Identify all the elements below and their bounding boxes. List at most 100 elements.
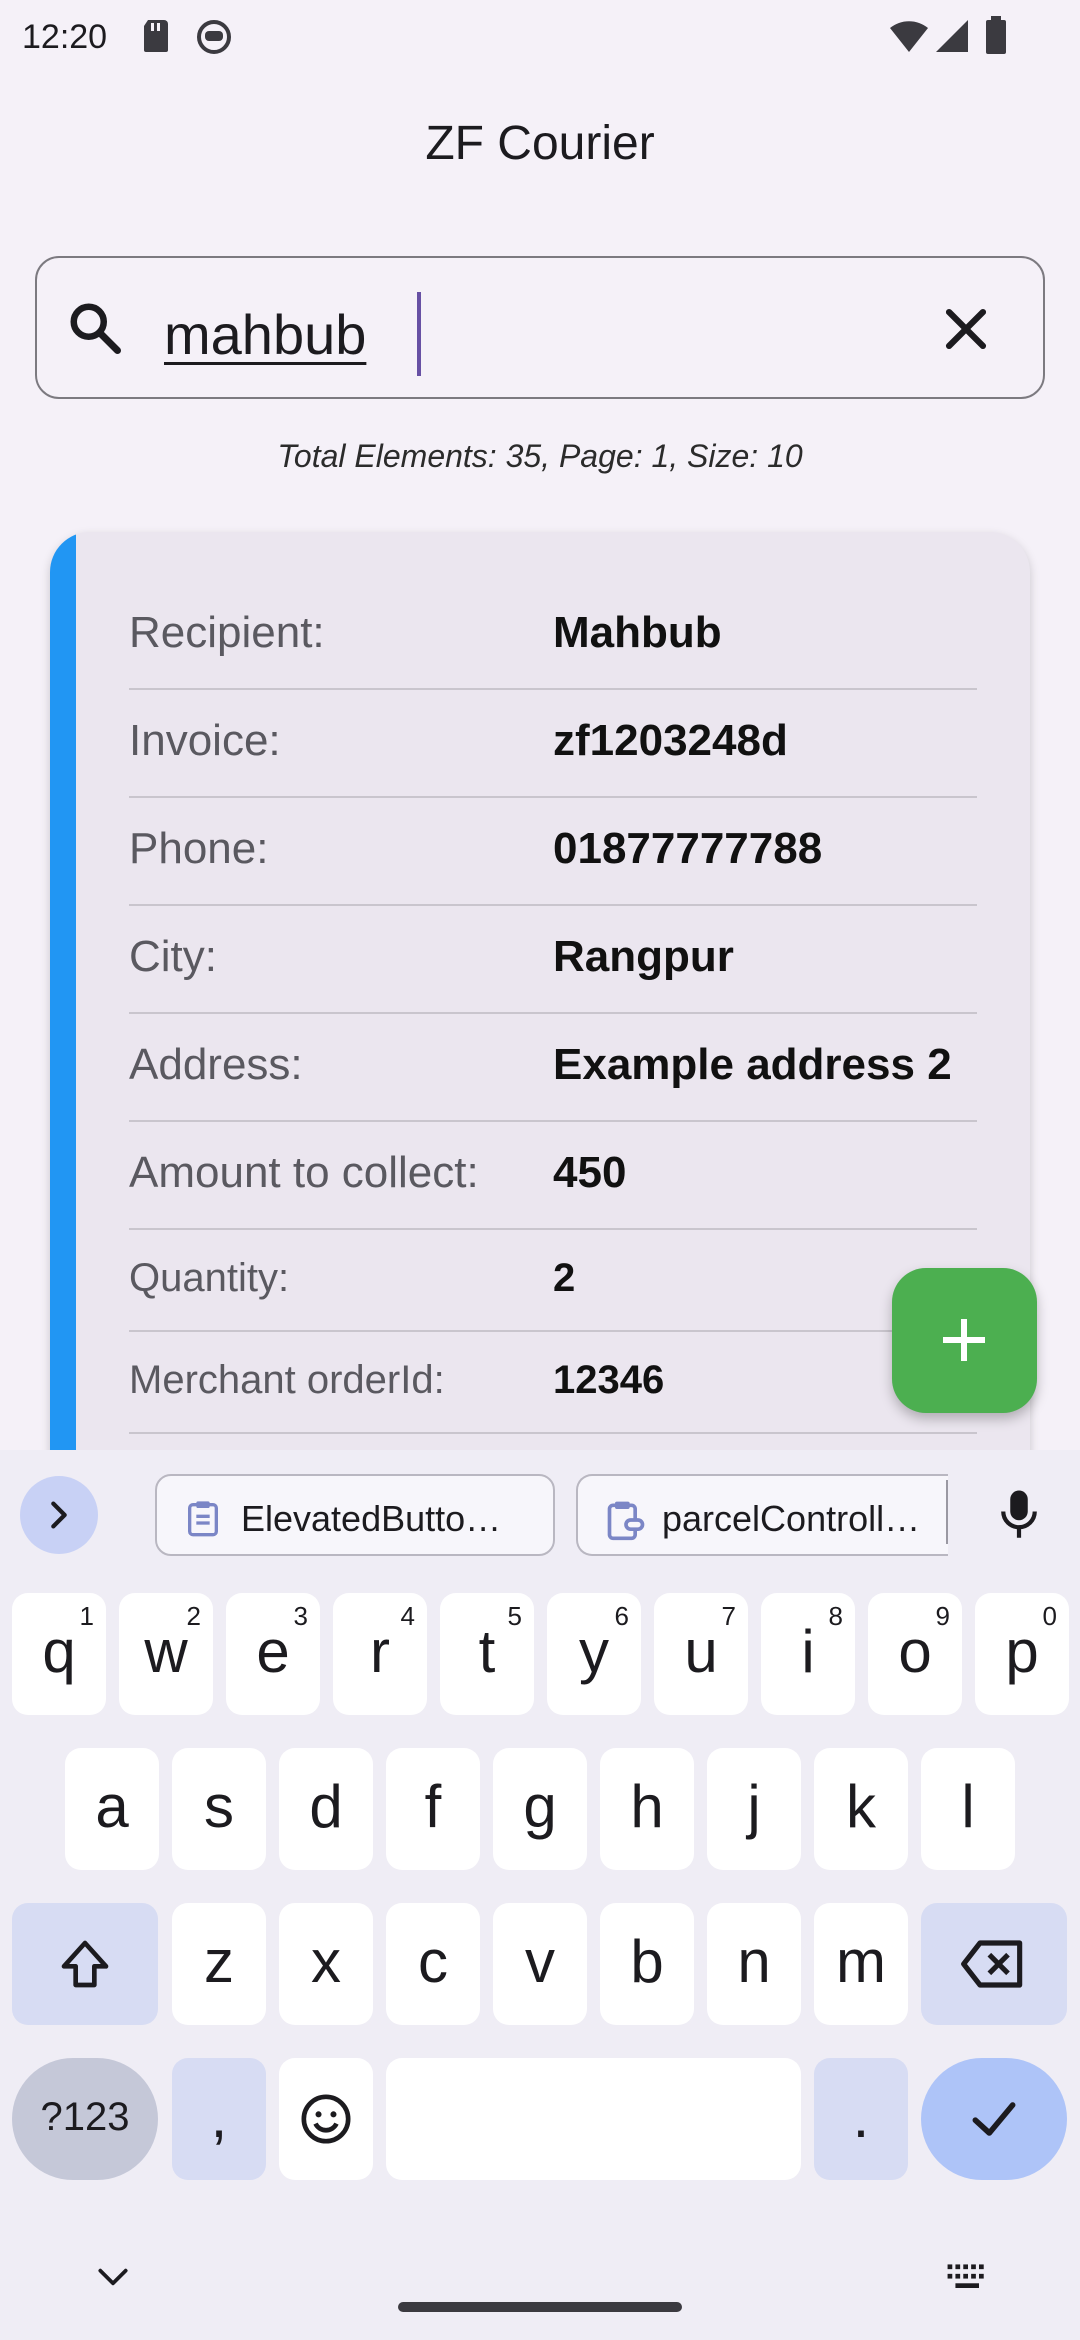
shift-key[interactable]: [12, 1903, 158, 2025]
microphone-icon[interactable]: [998, 1488, 1040, 1542]
keyboard-expand-button[interactable]: [20, 1476, 98, 1554]
hide-keyboard-icon[interactable]: [94, 2262, 132, 2292]
search-field[interactable]: mahbub: [35, 256, 1045, 399]
emoji-key[interactable]: [279, 2058, 373, 2180]
backspace-icon: [961, 1940, 1023, 1988]
chevron-right-icon: [51, 1501, 67, 1529]
key-label: y: [579, 1618, 609, 1685]
detail-label: Phone:: [129, 824, 269, 873]
key-g[interactable]: g: [493, 1748, 587, 1870]
search-input[interactable]: mahbub: [164, 302, 366, 367]
detail-label: Address:: [129, 1040, 303, 1089]
app-title: ZF Courier: [425, 117, 655, 170]
clipboard-link-icon: [607, 1501, 645, 1541]
home-gesture-bar[interactable]: [398, 2302, 682, 2312]
detail-label: Merchant orderId:: [129, 1358, 445, 1402]
detail-label: Amount to collect:: [129, 1148, 479, 1197]
keyboard-suggestion-bar: ElevatedButto… parcelControll…: [0, 1450, 1080, 1575]
detail-value: 450: [553, 1148, 627, 1197]
search-icon: [70, 303, 121, 354]
detail-row-phone: Phone: 01877777788: [129, 798, 977, 906]
comma-key[interactable]: ,: [172, 2058, 266, 2180]
detail-row-invoice: Invoice: zf1203248d: [129, 690, 977, 798]
keyboard-switch-icon[interactable]: [946, 2262, 990, 2292]
key-o[interactable]: o9: [868, 1593, 962, 1715]
plus-icon: [943, 1319, 985, 1361]
key-d[interactable]: d: [279, 1748, 373, 1870]
clipboard-chip-label: ElevatedButto…: [241, 1498, 502, 1539]
key-p[interactable]: p0: [975, 1593, 1069, 1715]
key-i[interactable]: i8: [761, 1593, 855, 1715]
symbols-key[interactable]: ?123: [12, 2058, 158, 2180]
clear-icon[interactable]: [937, 300, 995, 358]
key-k[interactable]: k: [814, 1748, 908, 1870]
key-hint: 3: [293, 1601, 308, 1631]
key-f[interactable]: f: [386, 1748, 480, 1870]
key-v[interactable]: v: [493, 1903, 587, 2025]
key-e[interactable]: e3: [226, 1593, 320, 1715]
clipboard-chip-2[interactable]: parcelControll…: [576, 1474, 948, 1556]
backspace-key[interactable]: [921, 1903, 1067, 2025]
add-parcel-button[interactable]: [892, 1268, 1037, 1413]
key-l[interactable]: l: [921, 1748, 1015, 1870]
key-c[interactable]: c: [386, 1903, 480, 2025]
key-r[interactable]: r4: [333, 1593, 427, 1715]
detail-value: Rangpur: [553, 932, 734, 981]
screen: 12:20 ZF Courier mahbub Total Elements: …: [0, 0, 1080, 2340]
period-key[interactable]: .: [814, 2058, 908, 2180]
status-time: 12:20: [22, 18, 108, 56]
done-key[interactable]: [921, 2058, 1067, 2180]
key-hint: 5: [507, 1601, 522, 1631]
key-t[interactable]: t5: [440, 1593, 534, 1715]
key-w[interactable]: w2: [119, 1593, 213, 1715]
key-q[interactable]: q1: [12, 1593, 106, 1715]
detail-value: 12346: [553, 1358, 665, 1402]
key-hint: 8: [828, 1601, 843, 1631]
detail-value: Example address 2: [553, 1040, 952, 1089]
key-h[interactable]: h: [600, 1748, 694, 1870]
card-accent-bar: [50, 532, 76, 1492]
key-hint: 4: [400, 1601, 415, 1631]
detail-row-city: City: Rangpur: [129, 906, 977, 1014]
clipboard-icon: [188, 1501, 218, 1537]
key-label: u: [684, 1618, 718, 1685]
key-hint: 7: [721, 1601, 736, 1631]
key-s[interactable]: s: [172, 1748, 266, 1870]
key-label: r: [370, 1618, 390, 1685]
battery-icon: [986, 16, 1006, 54]
soft-keyboard: ElevatedButto… parcelControll… q1 w2 e3 …: [0, 1450, 1080, 2340]
key-b[interactable]: b: [600, 1903, 694, 2025]
parcel-card[interactable]: Recipient: Mahbub Invoice: zf1203248d Ph…: [50, 532, 1030, 1492]
chip-divider: [946, 1480, 948, 1544]
key-label: i: [801, 1618, 815, 1685]
key-label: e: [256, 1618, 290, 1685]
pagination-info: Total Elements: 35, Page: 1, Size: 10: [277, 438, 803, 474]
detail-value: 01877777788: [553, 824, 823, 873]
text-cursor: [417, 292, 421, 376]
detail-row-quantity: Quantity: 2: [129, 1230, 977, 1332]
detail-value: zf1203248d: [553, 716, 788, 765]
detail-label: Invoice:: [129, 716, 281, 765]
clipboard-chip-label: parcelControll…: [662, 1498, 921, 1539]
detail-row-recipient: Recipient: Mahbub: [129, 582, 977, 690]
robot-icon: [197, 20, 231, 54]
key-n[interactable]: n: [707, 1903, 801, 2025]
key-a[interactable]: a: [65, 1748, 159, 1870]
key-label: q: [42, 1618, 76, 1685]
clipboard-chip-1[interactable]: ElevatedButto…: [155, 1474, 555, 1556]
detail-value: Mahbub: [553, 608, 722, 657]
space-key[interactable]: [386, 2058, 801, 2180]
key-j[interactable]: j: [707, 1748, 801, 1870]
detail-label: Recipient:: [129, 608, 325, 657]
key-x[interactable]: x: [279, 1903, 373, 2025]
detail-row-merchant-order-id: Merchant orderId: 12346: [129, 1332, 977, 1434]
emoji-icon: [301, 2094, 351, 2144]
key-u[interactable]: u7: [654, 1593, 748, 1715]
key-hint: 2: [186, 1601, 201, 1631]
key-z[interactable]: z: [172, 1903, 266, 2025]
key-m[interactable]: m: [814, 1903, 908, 2025]
detail-label: City:: [129, 932, 217, 981]
key-label: p: [1005, 1618, 1039, 1685]
key-y[interactable]: y6: [547, 1593, 641, 1715]
key-hint: 9: [935, 1601, 950, 1631]
